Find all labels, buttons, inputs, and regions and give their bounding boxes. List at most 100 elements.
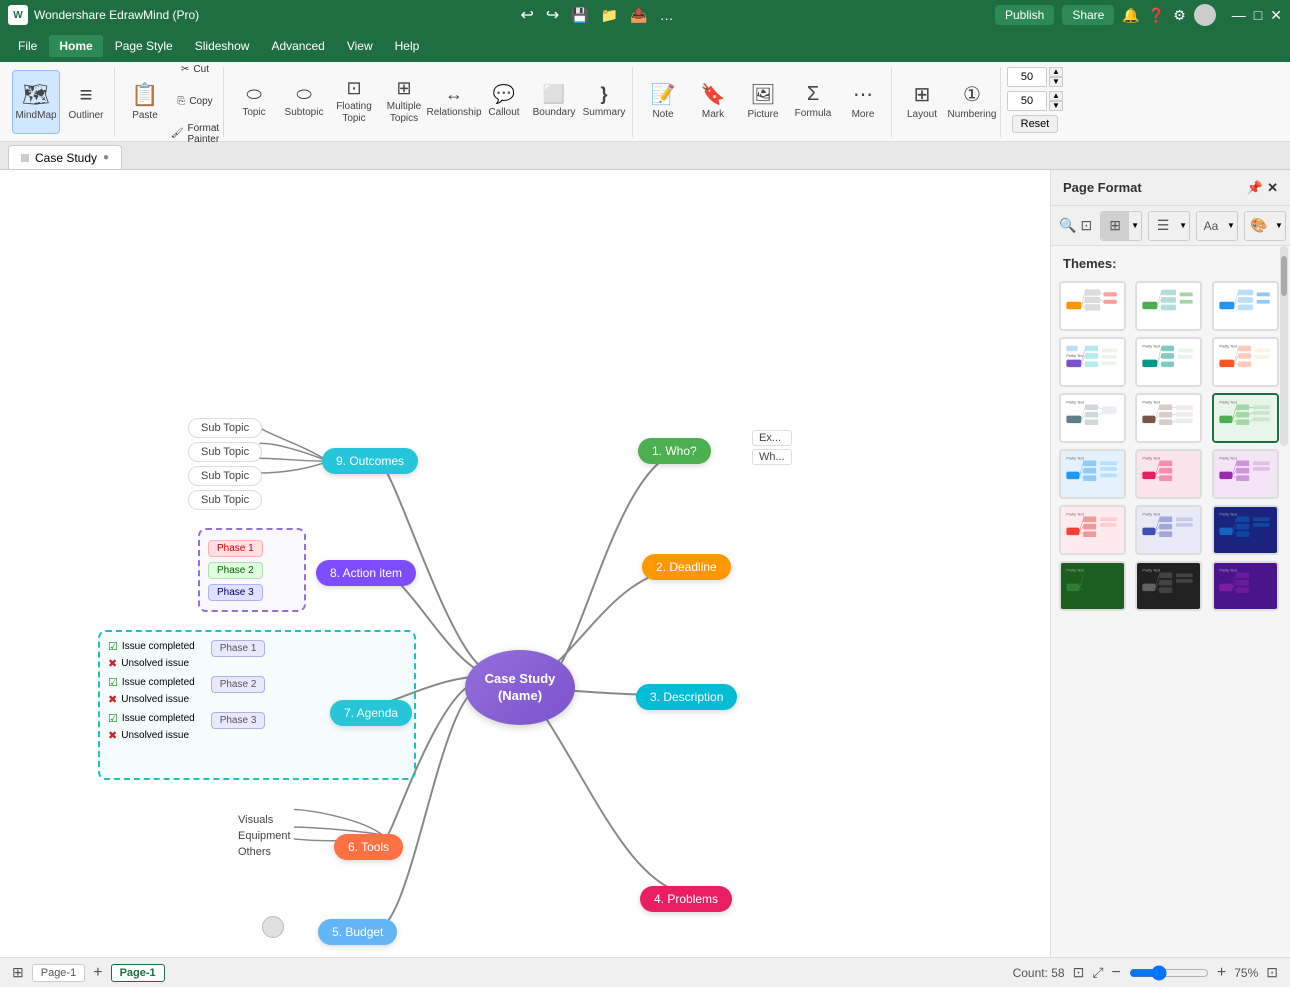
- theme-card-11[interactable]: Pretty Text: [1135, 449, 1202, 499]
- agenda-phase3-tag[interactable]: Phase 3: [211, 712, 266, 729]
- page1-inactive-tab[interactable]: Page-1: [32, 964, 85, 982]
- cut-button[interactable]: ✂ Cut: [171, 55, 219, 85]
- theme-card-9[interactable]: Pretty Text: [1212, 393, 1279, 443]
- layout-button[interactable]: ⊞ Layout: [898, 70, 946, 134]
- relationship-button[interactable]: ↔ Relationship: [430, 70, 478, 134]
- panel-close-icon[interactable]: ✕: [1267, 180, 1278, 196]
- theme-card-14[interactable]: Pretty Text: [1135, 505, 1202, 555]
- grid-view-btn[interactable]: ⊞: [1101, 212, 1129, 240]
- height-down-arrow[interactable]: ▼: [1049, 101, 1063, 111]
- theme-card-17[interactable]: Pretty Text: [1135, 561, 1202, 611]
- center-node[interactable]: Case Study(Name): [465, 650, 575, 725]
- subtopic-1[interactable]: Sub Topic: [188, 418, 262, 438]
- theme-card-7[interactable]: Pretty Text: [1059, 393, 1126, 443]
- width-down-arrow[interactable]: ▼: [1049, 77, 1063, 87]
- font-btn[interactable]: Aa: [1197, 212, 1225, 240]
- action-phase3[interactable]: Phase 3: [208, 584, 263, 601]
- subtopic-4[interactable]: Sub Topic: [188, 490, 262, 510]
- theme-card-13[interactable]: Pretty Text: [1059, 505, 1126, 555]
- canvas[interactable]: Case Study(Name) 1. Who? 2. Deadline 3. …: [0, 170, 1050, 957]
- list-arrow[interactable]: ▼: [1177, 221, 1189, 230]
- topic-problems[interactable]: 4. Problems: [640, 886, 732, 912]
- topic-budget[interactable]: 5. Budget: [318, 919, 397, 945]
- menu-view[interactable]: View: [337, 35, 383, 57]
- theme-card-16[interactable]: Pretty Text: [1059, 561, 1126, 611]
- mark-button[interactable]: 🔖 Mark: [689, 70, 737, 134]
- boundary-button[interactable]: ⬜ Boundary: [530, 70, 578, 134]
- panel-scrollbar[interactable]: [1280, 246, 1288, 446]
- multiple-topics-button[interactable]: ⊞ Multiple Topics: [380, 70, 428, 134]
- tab-close-icon[interactable]: ●: [103, 152, 109, 163]
- menu-advanced[interactable]: Advanced: [261, 35, 334, 57]
- subtopic-3[interactable]: Sub Topic: [188, 466, 262, 486]
- floating-topic-button[interactable]: ⊡ Floating Topic: [330, 70, 378, 134]
- theme-card-3[interactable]: [1212, 281, 1279, 331]
- more-button[interactable]: ⋯ More: [839, 70, 887, 134]
- topic-tools[interactable]: 6. Tools: [334, 834, 403, 860]
- share-button[interactable]: Share: [1062, 5, 1114, 25]
- paste-button[interactable]: 📋 Paste: [121, 70, 169, 134]
- budget-circle[interactable]: [262, 916, 284, 938]
- account-avatar[interactable]: [1194, 4, 1216, 26]
- tool-visuals[interactable]: Visuals: [238, 814, 291, 826]
- picture-button[interactable]: 🖼 Picture: [739, 70, 787, 134]
- height-up-arrow[interactable]: ▲: [1049, 91, 1063, 101]
- theme-card-5[interactable]: Pretty Text: [1135, 337, 1202, 387]
- minimize-button[interactable]: —: [1232, 7, 1246, 23]
- tool-equipment[interactable]: Equipment: [238, 830, 291, 842]
- topic-outcomes[interactable]: 9. Outcomes: [322, 448, 418, 474]
- theme-card-6[interactable]: Pretty Text: [1212, 337, 1279, 387]
- folder-btn[interactable]: 📁: [601, 7, 618, 24]
- font-arrow[interactable]: ▼: [1225, 221, 1237, 230]
- actual-size-icon[interactable]: ⊡: [1266, 964, 1278, 981]
- notification-icon[interactable]: 🔔: [1122, 7, 1139, 24]
- copy-button[interactable]: ⎘ Copy: [171, 87, 219, 117]
- export-btn[interactable]: 📤: [630, 7, 647, 24]
- panel-pin-icon[interactable]: 📌: [1247, 180, 1263, 196]
- numbering-button[interactable]: ① Numbering: [948, 70, 996, 134]
- theme-card-15[interactable]: Pretty Text: [1212, 505, 1279, 555]
- color-arrow[interactable]: ▼: [1273, 221, 1285, 230]
- mindmap-button[interactable]: 🗺 MindMap: [12, 70, 60, 134]
- height-spinner[interactable]: [1007, 91, 1047, 111]
- panel-search-btn[interactable]: 🔍: [1059, 212, 1076, 240]
- agenda-phase2-tag[interactable]: Phase 2: [211, 676, 266, 693]
- menu-home[interactable]: Home: [49, 35, 102, 57]
- zoom-slider[interactable]: [1129, 965, 1209, 981]
- width-spinner[interactable]: [1007, 67, 1047, 87]
- panel-view-btn[interactable]: ⊡: [1080, 212, 1092, 240]
- action-phase2[interactable]: Phase 2: [208, 562, 263, 579]
- topic-who[interactable]: 1. Who?: [638, 438, 711, 464]
- active-page-label[interactable]: Page-1: [111, 964, 165, 982]
- publish-button[interactable]: Publish: [995, 5, 1054, 25]
- zoom-out-btn[interactable]: −: [1112, 964, 1121, 982]
- action-phase1[interactable]: Phase 1: [208, 540, 263, 557]
- more-btn[interactable]: …: [660, 7, 674, 23]
- add-page-btn[interactable]: +: [93, 964, 102, 982]
- theme-card-12[interactable]: Pretty Text: [1212, 449, 1279, 499]
- redo-btn[interactable]: ↪: [546, 5, 559, 25]
- theme-card-8[interactable]: Pretty Text: [1135, 393, 1202, 443]
- theme-card-4[interactable]: Pretty Text: [1059, 337, 1126, 387]
- theme-card-1[interactable]: [1059, 281, 1126, 331]
- topic-action-item[interactable]: 8. Action item: [316, 560, 416, 586]
- menu-file[interactable]: File: [8, 35, 47, 57]
- settings-icon[interactable]: ⚙: [1173, 7, 1186, 24]
- subtopic-2[interactable]: Sub Topic: [188, 442, 262, 462]
- zoom-in-btn[interactable]: +: [1217, 964, 1226, 982]
- reset-button[interactable]: Reset: [1012, 115, 1059, 133]
- agenda-phase1-tag[interactable]: Phase 1: [211, 640, 266, 657]
- topic-button[interactable]: ⬭ Topic: [230, 70, 278, 134]
- grid-arrow[interactable]: ▼: [1129, 221, 1141, 230]
- theme-card-2[interactable]: [1135, 281, 1202, 331]
- formula-button[interactable]: Σ Formula: [789, 70, 837, 134]
- help-icon[interactable]: ❓: [1148, 7, 1165, 24]
- color-btn[interactable]: 🎨: [1245, 212, 1273, 240]
- summary-button[interactable]: } Summary: [580, 70, 628, 134]
- menu-help[interactable]: Help: [385, 35, 430, 57]
- tool-others[interactable]: Others: [238, 846, 291, 858]
- save-btn[interactable]: 💾: [571, 7, 588, 24]
- format-painter-button[interactable]: 🖌 Format Painter: [171, 119, 219, 149]
- tab-case-study[interactable]: Case Study ●: [8, 145, 122, 169]
- subtopic-button[interactable]: ⬭ Subtopic: [280, 70, 328, 134]
